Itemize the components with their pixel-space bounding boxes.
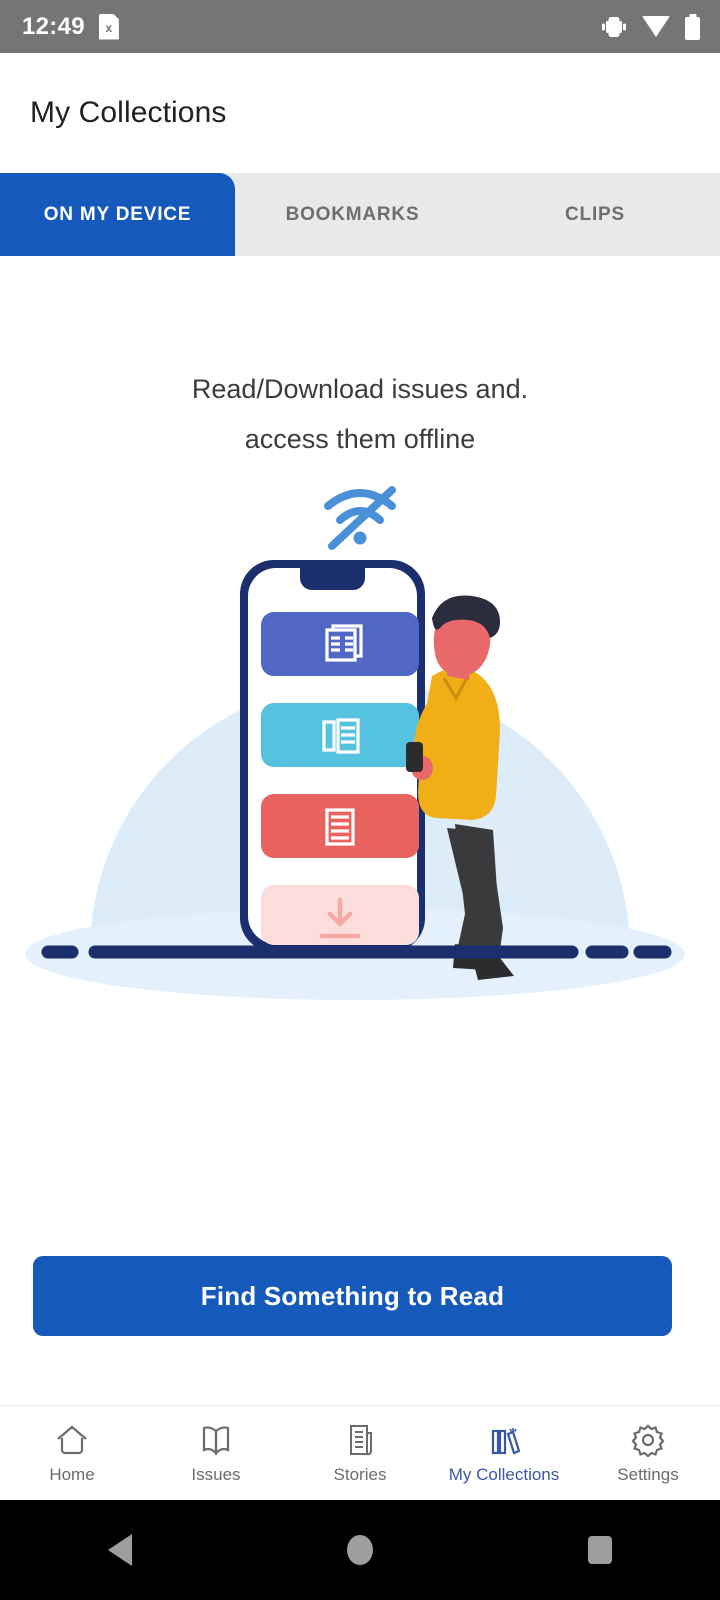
article-document-icon: [340, 1421, 380, 1459]
books-icon: [484, 1421, 524, 1459]
page-title: My Collections: [30, 96, 227, 129]
wifi-off-icon: [324, 486, 396, 550]
home-circle-icon: [347, 1535, 373, 1565]
offline-reading-illustration: [0, 476, 720, 1031]
nav-item-home[interactable]: Home: [0, 1421, 144, 1485]
nav-item-issues[interactable]: Issues: [144, 1421, 288, 1485]
nav-label-settings: Settings: [617, 1465, 679, 1484]
nav-item-settings[interactable]: Settings: [576, 1421, 720, 1485]
android-back-button[interactable]: [60, 1534, 180, 1566]
back-triangle-icon: [108, 1534, 132, 1566]
recents-square-icon: [588, 1536, 612, 1564]
tab-panel-on-my-device: Read/Download issues and. access them of…: [0, 256, 720, 1413]
battery-full-icon: [685, 13, 700, 40]
android-navigation-bar: [0, 1500, 720, 1600]
tab-bar: ON MY DEVICE BOOKMARKS CLIPS: [0, 173, 720, 256]
sim-card-x-badge: x: [105, 20, 113, 35]
nav-item-my-collections[interactable]: My Collections: [432, 1421, 576, 1485]
open-book-icon: [196, 1421, 236, 1459]
vibrate-icon: [601, 15, 627, 39]
find-something-to-read-button[interactable]: Find Something to Read: [33, 1256, 672, 1336]
android-recents-button[interactable]: [540, 1536, 660, 1564]
nav-item-stories[interactable]: Stories: [288, 1421, 432, 1485]
status-bar: 12:49 x: [0, 0, 720, 53]
empty-state-line-1: Read/Download issues and.: [191, 374, 529, 404]
nav-label-my-collections: My Collections: [448, 1465, 560, 1484]
bottom-navigation: Home Issues Stories My Collections Setti…: [0, 1405, 720, 1500]
illustration-scene: [25, 560, 685, 1000]
android-home-button[interactable]: [300, 1535, 420, 1565]
nav-label-issues: Issues: [191, 1465, 241, 1484]
nav-label-home: Home: [49, 1465, 95, 1484]
status-bar-left: 12:49 x: [22, 13, 119, 41]
tab-on-my-device[interactable]: ON MY DEVICE: [0, 173, 235, 256]
gear-icon: [628, 1421, 668, 1459]
app-bar: My Collections: [0, 53, 720, 173]
empty-state-line-2: access them offline: [244, 424, 476, 454]
home-icon: [52, 1421, 92, 1459]
sim-card-x-icon: x: [98, 13, 119, 40]
status-bar-right: [601, 13, 700, 40]
tab-clips[interactable]: CLIPS: [470, 173, 720, 256]
status-bar-clock: 12:49: [22, 12, 85, 40]
cta-container: Find Something to Read: [33, 1256, 672, 1336]
nav-label-stories: Stories: [333, 1465, 387, 1484]
wifi-full-icon: [642, 16, 670, 37]
empty-state-message: Read/Download issues and. access them of…: [0, 364, 720, 464]
tab-bookmarks[interactable]: BOOKMARKS: [235, 173, 470, 256]
